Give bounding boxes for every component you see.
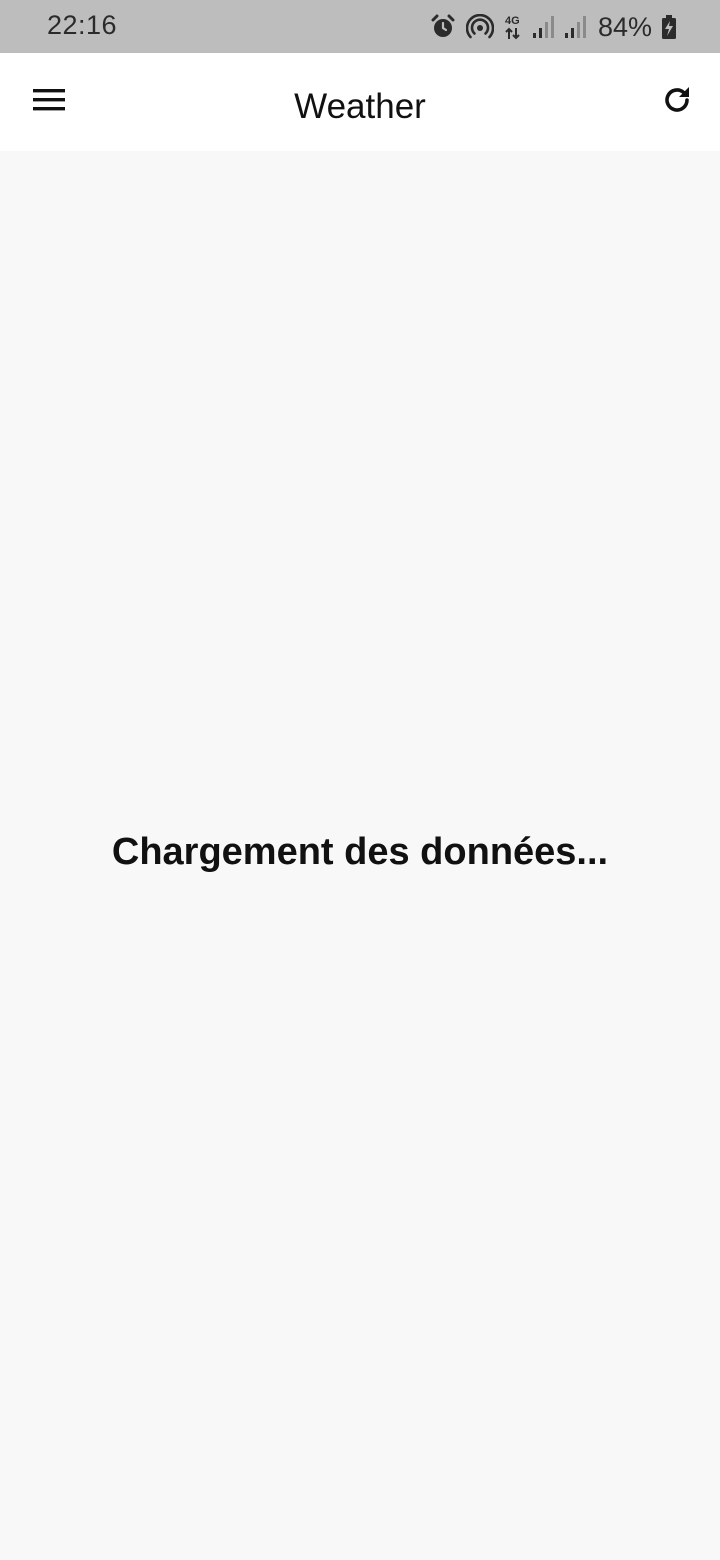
network-label: 4G bbox=[505, 15, 520, 27]
refresh-button[interactable] bbox=[650, 75, 704, 129]
signal-icon bbox=[532, 15, 554, 39]
network-4g-icon: 4G bbox=[504, 13, 522, 41]
alarm-icon bbox=[430, 14, 456, 40]
refresh-icon bbox=[661, 84, 693, 121]
loading-message: Chargement des données... bbox=[111, 831, 609, 873]
status-bar: 22:16 4G 84% bbox=[0, 0, 720, 53]
battery-percent: 84% bbox=[597, 11, 652, 42]
app-bar: Weather bbox=[0, 53, 720, 151]
main-content: Chargement des données... bbox=[0, 151, 720, 1560]
signal-icon bbox=[564, 15, 586, 39]
page-title: Weather bbox=[294, 87, 426, 126]
status-icons: 4G 84% bbox=[430, 10, 676, 44]
status-time: 22:16 bbox=[47, 10, 118, 40]
battery-charging-icon bbox=[662, 15, 676, 39]
hotspot-icon bbox=[465, 14, 494, 40]
